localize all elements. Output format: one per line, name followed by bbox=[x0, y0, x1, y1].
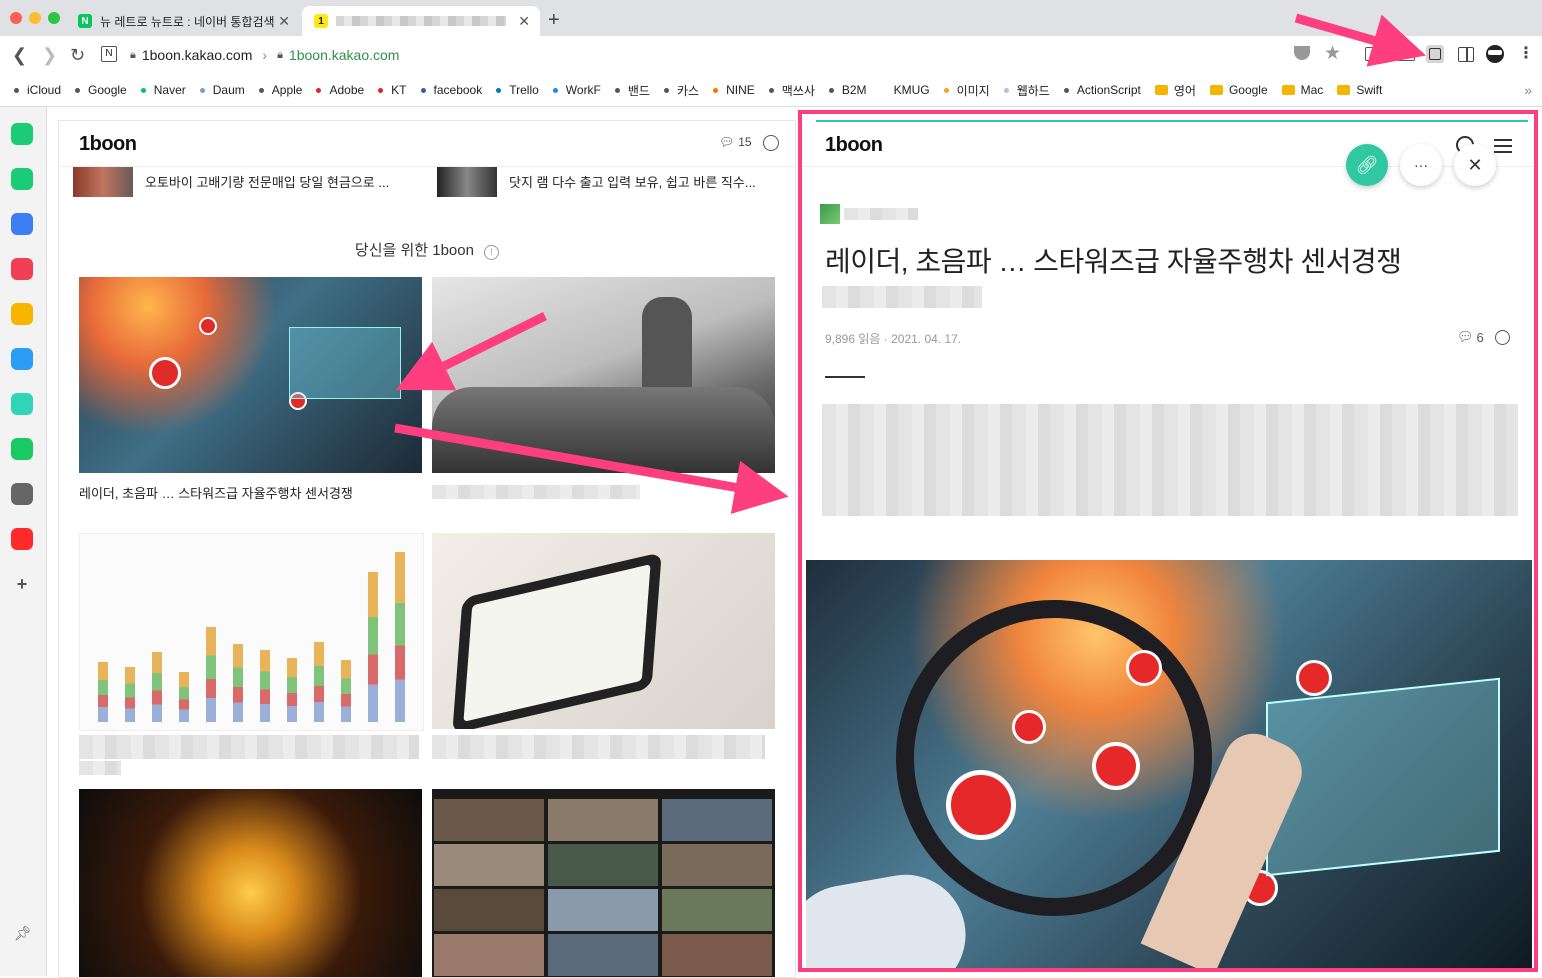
arrow-to-card bbox=[395, 311, 547, 391]
annotation-arrows bbox=[394, 13, 1426, 514]
arrow-to-reader bbox=[394, 423, 789, 514]
arrow-to-reader-button bbox=[1294, 13, 1426, 67]
